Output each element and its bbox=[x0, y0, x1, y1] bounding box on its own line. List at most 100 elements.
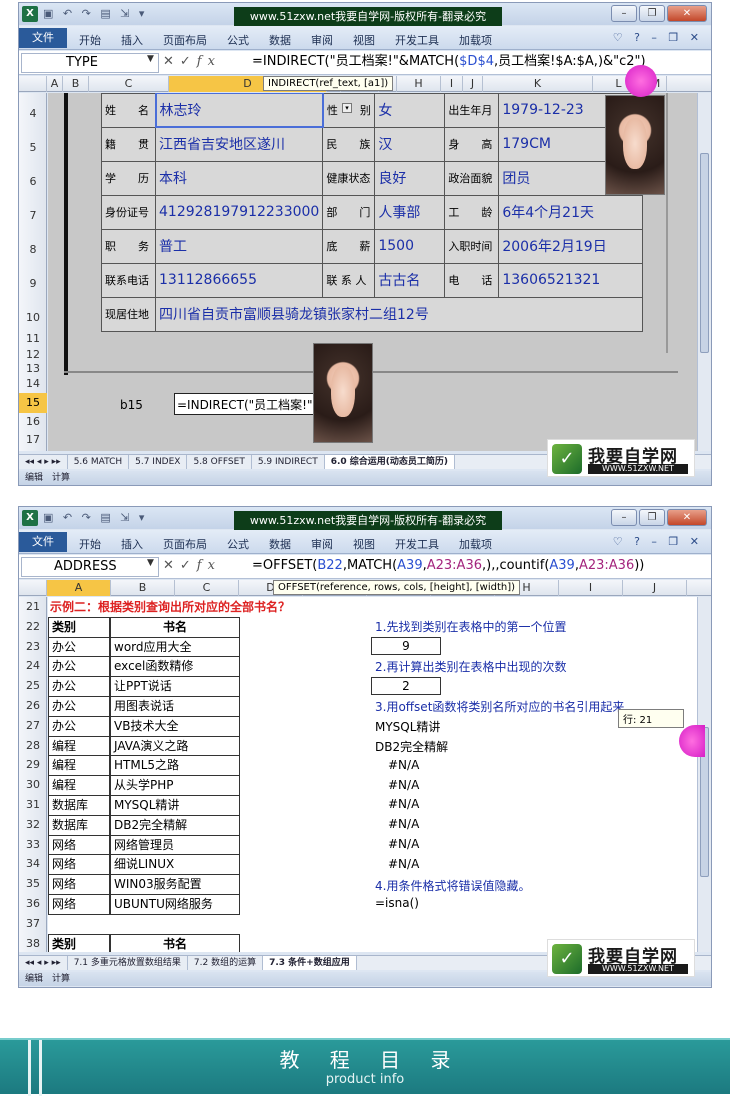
column-header-H[interactable]: H bbox=[397, 76, 441, 92]
sheet-tab-4[interactable]: 6.0 综合运用(动态员工简历) bbox=[324, 455, 456, 469]
column-header-B[interactable]: B bbox=[111, 580, 175, 596]
menu-item-1[interactable]: 插入 bbox=[121, 32, 143, 48]
row-header-16[interactable]: 16 bbox=[19, 413, 47, 431]
formula-input[interactable]: =INDIRECT("员工档案!"&MATCH($D$4,员工档案!$A:$A,… bbox=[252, 53, 646, 73]
menu-item-1[interactable]: 插入 bbox=[121, 536, 143, 552]
row-header-35[interactable]: 35 bbox=[19, 874, 47, 894]
select-all-corner[interactable] bbox=[19, 76, 47, 92]
sheet-tab-0[interactable]: 7.1 多重元格放置数组结果 bbox=[68, 956, 188, 970]
menu-item-7[interactable]: 开发工具 bbox=[395, 32, 439, 48]
row-header-28[interactable]: 28 bbox=[19, 736, 47, 756]
column-header-I[interactable]: I bbox=[559, 580, 623, 596]
menu-item-5[interactable]: 审阅 bbox=[311, 536, 333, 552]
quick-access-toolbar[interactable]: ▣ ↶ ↷ ▤ ⇲ ▾ bbox=[43, 511, 147, 524]
formula-buttons[interactable]: ✕✓fx bbox=[163, 54, 221, 69]
sheet-tab-2[interactable]: 7.3 条件+数组应用 bbox=[263, 956, 357, 970]
row-header-38[interactable]: 38 bbox=[19, 934, 47, 954]
file-tab[interactable]: 文件 bbox=[19, 532, 67, 552]
row-header-15[interactable]: 15 bbox=[19, 393, 47, 413]
sheet-tab-3[interactable]: 5.9 INDIRECT bbox=[252, 455, 325, 469]
column-header-J[interactable]: J bbox=[623, 580, 687, 596]
formula-buttons[interactable]: ✕✓fx bbox=[163, 558, 221, 573]
menu-item-8[interactable]: 加载项 bbox=[459, 536, 492, 552]
row-header-7[interactable]: 7 bbox=[19, 195, 47, 229]
select-all-corner[interactable] bbox=[19, 580, 47, 596]
close-icon[interactable]: ✕ bbox=[667, 509, 707, 526]
menu-item-7[interactable]: 开发工具 bbox=[395, 536, 439, 552]
row-header-25[interactable]: 25 bbox=[19, 676, 47, 696]
row-header-11[interactable]: 11 bbox=[19, 331, 47, 347]
file-tab[interactable]: 文件 bbox=[19, 28, 67, 48]
sheet-nav-arrows[interactable]: ◂◂ ◂ ▸ ▸▸ bbox=[19, 956, 68, 970]
chevron-down-icon[interactable]: ▼ bbox=[147, 54, 154, 64]
row-header-13[interactable]: 13 bbox=[19, 363, 47, 375]
column-header-C[interactable]: C bbox=[89, 76, 169, 92]
menu-item-4[interactable]: 数据 bbox=[269, 32, 291, 48]
column-header-I[interactable]: I bbox=[441, 76, 463, 92]
close-icon[interactable]: ✕ bbox=[667, 5, 707, 22]
scroll-thumb[interactable] bbox=[700, 153, 709, 353]
row-header-14[interactable]: 14 bbox=[19, 375, 47, 393]
sheet-tab-1[interactable]: 5.7 INDEX bbox=[129, 455, 188, 469]
row-header-6[interactable]: 6 bbox=[19, 161, 47, 195]
minimize-icon[interactable]: – bbox=[611, 5, 637, 22]
column-header-B[interactable]: B bbox=[63, 76, 89, 92]
row-header-9[interactable]: 9 bbox=[19, 263, 47, 297]
ribbon-help-icons[interactable]: ♡ ? – ❐ ✕ bbox=[613, 31, 703, 44]
menu-item-6[interactable]: 视图 bbox=[353, 536, 375, 552]
quick-access-toolbar[interactable]: ▣ ↶ ↷ ▤ ⇲ ▾ bbox=[43, 7, 147, 20]
vertical-scrollbar[interactable] bbox=[697, 597, 711, 952]
row-header-4[interactable]: 4 bbox=[19, 93, 47, 127]
column-header-A[interactable]: A bbox=[47, 76, 63, 92]
row-header-31[interactable]: 31 bbox=[19, 795, 47, 815]
row-header-12[interactable]: 12 bbox=[19, 347, 47, 363]
row-header-30[interactable]: 30 bbox=[19, 775, 47, 795]
row-header-21[interactable]: 21 bbox=[19, 597, 47, 617]
row-header-36[interactable]: 36 bbox=[19, 894, 47, 914]
menu-item-3[interactable]: 公式 bbox=[227, 536, 249, 552]
row-header-37[interactable]: 37 bbox=[19, 914, 47, 934]
row-header-23[interactable]: 23 bbox=[19, 637, 47, 657]
menu-item-6[interactable]: 视图 bbox=[353, 32, 375, 48]
restore-icon[interactable]: ❐ bbox=[639, 5, 665, 22]
menu-item-8[interactable]: 加载项 bbox=[459, 32, 492, 48]
menu-item-0[interactable]: 开始 bbox=[79, 32, 101, 48]
row-header-17[interactable]: 17 bbox=[19, 431, 47, 449]
ribbon-help-icons[interactable]: ♡ ? – ❐ ✕ bbox=[613, 535, 703, 548]
row-header-5[interactable]: 5 bbox=[19, 127, 47, 161]
row-header-33[interactable]: 33 bbox=[19, 835, 47, 855]
row-header-10[interactable]: 10 bbox=[19, 297, 47, 331]
chevron-down-icon[interactable]: ▼ bbox=[147, 558, 154, 568]
column-header-K[interactable]: K bbox=[483, 76, 593, 92]
menu-item-2[interactable]: 页面布局 bbox=[163, 32, 207, 48]
menu-item-5[interactable]: 审阅 bbox=[311, 32, 333, 48]
row-header-24[interactable]: 24 bbox=[19, 656, 47, 676]
vertical-scrollbar[interactable] bbox=[697, 93, 711, 451]
row-header-22[interactable]: 22 bbox=[19, 617, 47, 637]
restore-icon[interactable]: ❐ bbox=[639, 509, 665, 526]
name-box[interactable]: ADDRESS bbox=[21, 557, 159, 577]
menu-item-4[interactable]: 数据 bbox=[269, 536, 291, 552]
row-header-8[interactable]: 8 bbox=[19, 229, 47, 263]
menu-item-2[interactable]: 页面布局 bbox=[163, 536, 207, 552]
value-name[interactable]: 林志玲 bbox=[154, 93, 324, 128]
dropdown-arrow-icon[interactable]: ▾ bbox=[342, 103, 352, 113]
row-header-34[interactable]: 34 bbox=[19, 854, 47, 874]
row-header-27[interactable]: 27 bbox=[19, 716, 47, 736]
menu-item-0[interactable]: 开始 bbox=[79, 536, 101, 552]
sheet-tab-1[interactable]: 7.2 数组的运算 bbox=[188, 956, 264, 970]
sheet-tab-2[interactable]: 5.8 OFFSET bbox=[187, 455, 252, 469]
sheet-tab-0[interactable]: 5.6 MATCH bbox=[68, 455, 130, 469]
formula-input[interactable]: =OFFSET(B22,MATCH(A39,A23:A36,),,countif… bbox=[252, 557, 644, 577]
row-header-29[interactable]: 29 bbox=[19, 755, 47, 775]
column-header-A[interactable]: A bbox=[47, 580, 111, 596]
sheet-nav-arrows[interactable]: ◂◂ ◂ ▸ ▸▸ bbox=[19, 455, 68, 469]
column-header-J[interactable]: J bbox=[463, 76, 483, 92]
row-header-26[interactable]: 26 bbox=[19, 696, 47, 716]
menu-item-3[interactable]: 公式 bbox=[227, 32, 249, 48]
minimize-icon[interactable]: – bbox=[611, 509, 637, 526]
column-header-C[interactable]: C bbox=[175, 580, 239, 596]
row-header-32[interactable]: 32 bbox=[19, 815, 47, 835]
result-na-6: #N/A bbox=[388, 857, 420, 871]
name-box[interactable]: TYPE bbox=[21, 53, 159, 73]
